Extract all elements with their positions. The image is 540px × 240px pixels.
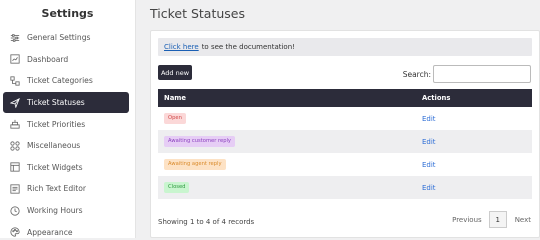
widgets-icon (9, 162, 20, 173)
sidebar-item-ticket-priorities[interactable]: Ticket Priorities (0, 113, 130, 135)
page-1-button[interactable]: 1 (488, 211, 507, 228)
status-badge: Open (164, 113, 186, 124)
documentation-link[interactable]: Click here (164, 43, 199, 51)
main-content: Ticket Statuses Click here to see the do… (136, 0, 540, 238)
documentation-notice: Click here to see the documentation! (158, 38, 532, 56)
previous-page-button[interactable]: Previous (452, 216, 482, 224)
search-label: Search: (402, 69, 431, 79)
status-badge: Awaiting customer reply (164, 136, 235, 147)
sidebar-item-label: Ticket Categories (27, 76, 93, 86)
categories-icon (9, 75, 20, 86)
sidebar-item-miscellaneous[interactable]: Miscellaneous (0, 135, 130, 157)
priorities-icon (9, 119, 20, 130)
sidebar-item-label: Ticket Statuses (27, 98, 85, 108)
sidebar-item-label: Miscellaneous (27, 141, 81, 151)
sidebar-title: Settings (41, 6, 94, 20)
statuses-table: Name Actions Open Edit Awaiting customer… (158, 89, 532, 199)
column-header-actions: Actions (422, 94, 451, 102)
palette-icon (9, 227, 20, 238)
sidebar-item-ticket-categories[interactable]: Ticket Categories (0, 70, 130, 92)
next-page-button[interactable]: Next (515, 216, 531, 224)
sidebar-item-ticket-statuses[interactable]: Ticket Statuses (3, 91, 129, 114)
sliders-icon (9, 32, 20, 43)
search-box: Search: (403, 65, 531, 83)
status-badge: Awaiting agent reply (164, 159, 226, 170)
table-row: Closed Edit (158, 176, 532, 199)
documentation-text: to see the documentation! (201, 43, 295, 51)
sidebar-item-label: Ticket Priorities (27, 119, 86, 129)
search-input[interactable] (433, 65, 531, 83)
sidebar-item-label: Appearance (27, 227, 73, 237)
sidebar-item-rich-text-editor[interactable]: Rich Text Editor (0, 178, 130, 200)
dashboard-icon (9, 54, 20, 65)
column-header-name[interactable]: Name (158, 89, 416, 107)
clock-icon (9, 205, 20, 216)
table-row: Open Edit (158, 107, 532, 130)
edit-link[interactable]: Edit (422, 115, 436, 123)
settings-nav: General Settings Dashboard Ticket Catego… (0, 27, 135, 240)
table-header-row: Name Actions (158, 89, 532, 107)
edit-link[interactable]: Edit (422, 184, 436, 192)
edit-link[interactable]: Edit (422, 138, 436, 146)
settings-sidebar: Settings General Settings Dashboard Tick… (0, 0, 136, 238)
table-row: Awaiting customer reply Edit (158, 130, 532, 153)
sidebar-item-appearance[interactable]: Appearance (0, 221, 130, 240)
add-new-button[interactable]: Add new (158, 65, 192, 80)
pagination: Previous 1 Next (452, 211, 531, 228)
records-info: Showing 1 to 4 of 4 records (158, 218, 255, 226)
statuses-panel: Click here to see the documentation! Add… (150, 30, 540, 238)
status-badge: Closed (164, 182, 190, 193)
sidebar-item-ticket-widgets[interactable]: Ticket Widgets (0, 157, 130, 179)
sidebar-item-working-hours[interactable]: Working Hours (0, 200, 130, 222)
send-icon (9, 97, 20, 108)
sidebar-item-label: Ticket Widgets (27, 162, 83, 172)
edit-link[interactable]: Edit (422, 161, 436, 169)
table-row: Awaiting agent reply Edit (158, 153, 532, 176)
editor-icon (9, 183, 20, 194)
sidebar-item-label: Dashboard (27, 54, 69, 64)
sidebar-item-label: Rich Text Editor (27, 184, 87, 194)
sidebar-item-label: Working Hours (27, 206, 83, 216)
puzzle-icon (9, 140, 20, 151)
sidebar-item-label: General Settings (27, 33, 91, 43)
sidebar-item-dashboard[interactable]: Dashboard (0, 49, 130, 71)
sidebar-item-general-settings[interactable]: General Settings (0, 27, 130, 49)
page-title: Ticket Statuses (150, 6, 245, 21)
